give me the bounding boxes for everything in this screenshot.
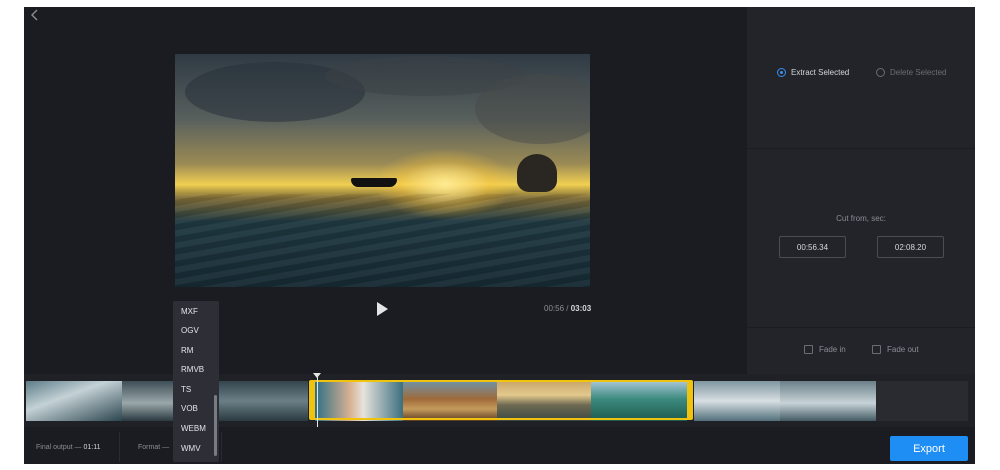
- delete-selected-radio[interactable]: Delete Selected: [876, 68, 946, 77]
- timeline-strip[interactable]: [24, 373, 975, 430]
- back-icon[interactable]: [28, 8, 42, 22]
- extract-selected-radio[interactable]: Extract Selected: [777, 68, 849, 77]
- format-option[interactable]: WMV: [181, 444, 201, 453]
- radio-checked-icon: [777, 68, 786, 77]
- format-selector[interactable]: Format —: [138, 444, 169, 451]
- fade-out-checkbox[interactable]: Fade out: [872, 345, 919, 354]
- extract-selected-label: Extract Selected: [791, 68, 850, 77]
- checkbox-icon: [872, 345, 881, 354]
- time-display: 00:56 / 03:03: [544, 304, 591, 313]
- format-option[interactable]: MXF: [181, 307, 198, 316]
- timeline-thumbnail: [26, 381, 122, 421]
- final-output-label: Final output —: [36, 444, 82, 451]
- final-output-value: 01:11: [83, 444, 101, 451]
- export-button[interactable]: Export: [890, 436, 968, 461]
- time-separator: /: [566, 304, 569, 313]
- timeline-thumbnail: [780, 381, 876, 421]
- checkbox-icon: [804, 345, 813, 354]
- selection-range[interactable]: [311, 380, 691, 420]
- footer-divider: [119, 432, 120, 462]
- footer-divider: [221, 432, 222, 462]
- radio-unchecked-icon: [876, 68, 885, 77]
- format-option[interactable]: VOB: [181, 404, 198, 413]
- playhead[interactable]: [317, 374, 318, 430]
- video-cutter-app: 00:56 / 03:03 Extract Selected Delete Se…: [24, 7, 975, 464]
- fade-in-label: Fade in: [819, 345, 846, 354]
- fade-out-label: Fade out: [887, 345, 919, 354]
- timeline-thumbnail: [214, 381, 308, 421]
- dropdown-scrollbar[interactable]: [214, 395, 217, 456]
- fade-in-checkbox[interactable]: Fade in: [804, 345, 846, 354]
- timeline-thumbnail: [694, 381, 780, 421]
- options-panel: Extract Selected Delete Selected Cut fro…: [747, 7, 975, 374]
- timeline-thumbnail: [876, 381, 968, 421]
- boat: [351, 178, 397, 187]
- format-option[interactable]: TS: [181, 385, 191, 394]
- cut-end-input[interactable]: 02:08.20: [877, 236, 944, 258]
- video-preview: [175, 54, 590, 287]
- format-option[interactable]: OGV: [181, 326, 199, 335]
- play-icon[interactable]: [375, 301, 389, 317]
- cut-start-input[interactable]: 00:56.34: [779, 236, 846, 258]
- selection-start-handle[interactable]: [309, 380, 315, 420]
- swimmer: [517, 154, 557, 192]
- format-option[interactable]: RM: [181, 346, 193, 355]
- current-time: 00:56: [544, 304, 565, 313]
- format-option[interactable]: WEBM: [181, 424, 206, 433]
- selection-end-handle[interactable]: [687, 380, 693, 420]
- total-time: 03:03: [570, 304, 592, 313]
- format-option[interactable]: RMVB: [181, 365, 204, 374]
- cut-from-label: Cut from, sec:: [836, 214, 886, 223]
- format-dropdown[interactable]: MXF OGV RM RMVB TS VOB WEBM WMV: [173, 301, 219, 462]
- final-output: Final output — 01:11: [36, 444, 100, 451]
- delete-selected-label: Delete Selected: [890, 68, 947, 77]
